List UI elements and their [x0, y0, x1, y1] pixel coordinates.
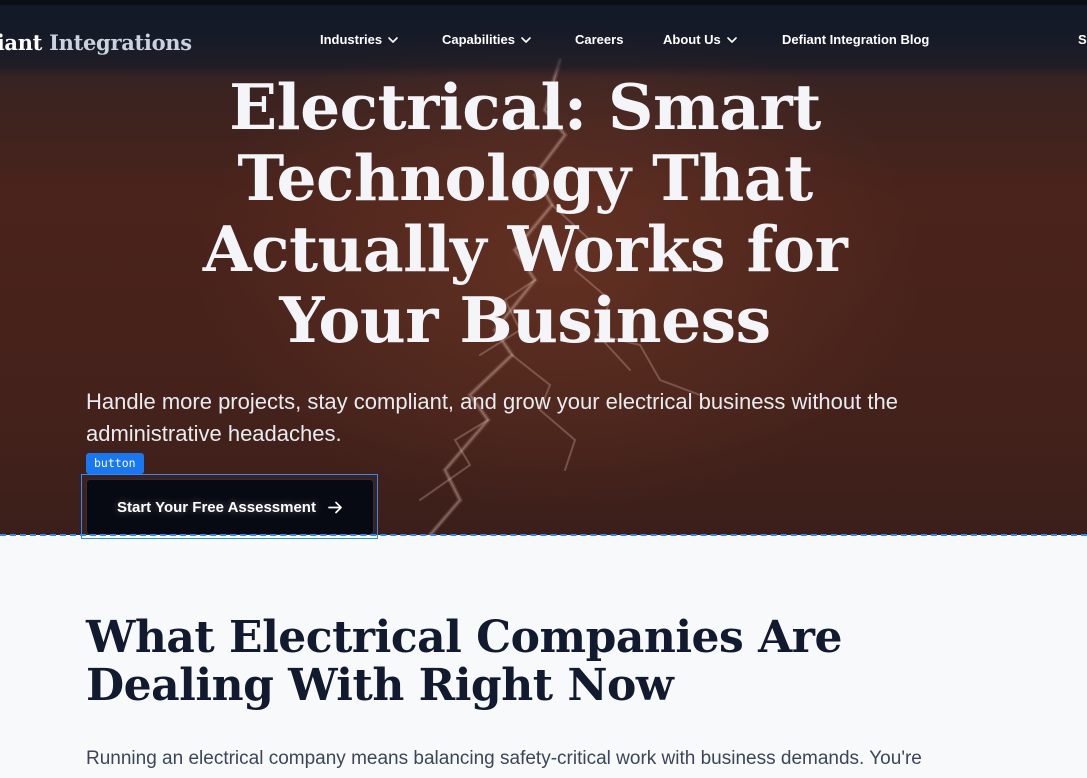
- nav-item-careers[interactable]: Careers: [575, 32, 623, 47]
- nav-item-truncated[interactable]: S: [1078, 32, 1087, 47]
- section-body-text: Running an electrical company means bala…: [86, 748, 922, 769]
- nav-item-label: About Us: [663, 32, 721, 47]
- nav-item-industries[interactable]: Industries: [320, 32, 398, 47]
- chevron-down-icon: [726, 36, 737, 43]
- nav-item-blog[interactable]: Defiant Integration Blog: [782, 32, 929, 47]
- chevron-down-icon: [521, 36, 531, 43]
- inspector-section-boundary: [0, 534, 1087, 536]
- start-assessment-button[interactable]: Start Your Free Assessment: [86, 479, 374, 535]
- hero-title: Electrical: Smart Technology That Actual…: [202, 70, 848, 357]
- site-logo[interactable]: fiant Integrations: [0, 30, 192, 55]
- nav-item-label: Defiant Integration Blog: [782, 32, 930, 47]
- nav-item-label: Industries: [320, 32, 383, 47]
- nav-item-about-us[interactable]: About Us: [663, 32, 737, 47]
- arrow-right-icon: [328, 501, 342, 513]
- nav-item-label: Capabilities: [442, 32, 515, 47]
- top-navigation: fiant Integrations Industries Capabiliti…: [0, 5, 1087, 77]
- nav-item-capabilities[interactable]: Capabilities: [442, 32, 531, 47]
- logo-text-part2: Integrations: [49, 30, 192, 55]
- chevron-down-icon: [388, 36, 398, 43]
- section-title: What Electrical Companies Are Dealing Wi…: [86, 612, 842, 711]
- inspector-element-label: button: [86, 453, 144, 474]
- logo-text-part1: fiant: [0, 30, 43, 55]
- hero-subtitle: Handle more projects, stay compliant, an…: [86, 389, 898, 446]
- cta-label: Start Your Free Assessment: [117, 498, 316, 516]
- nav-item-label: Careers: [575, 32, 624, 47]
